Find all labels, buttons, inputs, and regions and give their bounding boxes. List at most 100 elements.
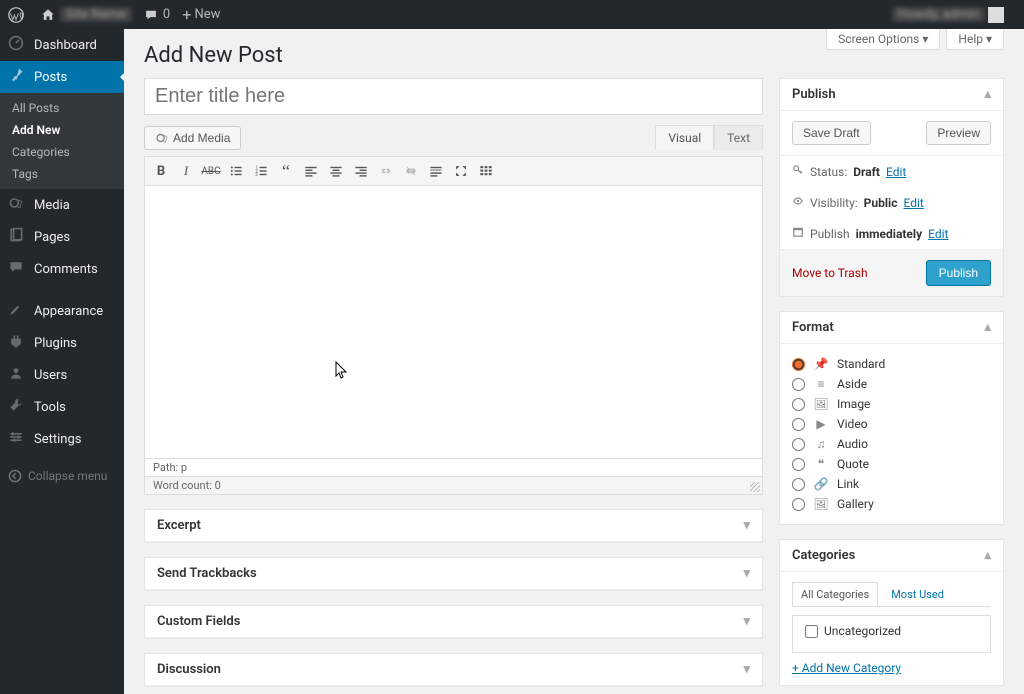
format-option-standard[interactable]: 📌 Standard <box>792 354 991 374</box>
comments-count: 0 <box>163 7 170 22</box>
appearance-icon <box>8 301 28 321</box>
svg-text:3: 3 <box>255 173 258 178</box>
format-label: Video <box>837 417 868 431</box>
visual-tab[interactable]: Visual <box>655 125 714 150</box>
menu-label: Pages <box>34 230 70 245</box>
menu-plugins[interactable]: Plugins <box>0 327 124 359</box>
format-option-video[interactable]: ▶ Video <box>792 414 991 434</box>
menu-label: Dashboard <box>34 38 97 53</box>
users-icon <box>8 365 28 385</box>
format-label: Audio <box>837 437 868 451</box>
format-icon: 🖼 <box>813 397 829 411</box>
submenu-categories[interactable]: Categories <box>0 141 124 163</box>
menu-settings[interactable]: Settings <box>0 423 124 455</box>
post-title-input[interactable] <box>144 78 763 115</box>
most-used-tab[interactable]: Most Used <box>882 582 953 606</box>
format-radio[interactable] <box>792 478 805 491</box>
menu-media[interactable]: Media <box>0 189 124 221</box>
bold-button[interactable]: B <box>151 161 171 181</box>
edit-schedule-link[interactable]: Edit <box>928 227 948 241</box>
format-radio[interactable] <box>792 438 805 451</box>
format-radio[interactable] <box>792 358 805 371</box>
excerpt-toggle[interactable]: Excerpt▾ <box>145 510 762 542</box>
format-option-gallery[interactable]: 🖼 Gallery <box>792 494 991 514</box>
unlink-button[interactable] <box>401 161 421 181</box>
format-option-aside[interactable]: ≡ Aside <box>792 374 991 394</box>
align-left-button[interactable] <box>301 161 321 181</box>
all-categories-tab[interactable]: All Categories <box>792 582 878 606</box>
categories-toggle[interactable]: Categories▴ <box>780 540 1003 572</box>
submenu-add-new[interactable]: Add New <box>0 119 124 141</box>
menu-comments[interactable]: Comments <box>0 253 124 285</box>
quote-button[interactable]: “ <box>276 161 296 181</box>
discussion-toggle[interactable]: Discussion▾ <box>145 654 762 686</box>
collapse-menu[interactable]: Collapse menu <box>0 461 124 491</box>
link-button[interactable] <box>376 161 396 181</box>
format-option-link[interactable]: 🔗 Link <box>792 474 991 494</box>
tools-icon <box>8 397 28 417</box>
chevron-down-icon: ▾ <box>743 518 750 533</box>
user-menu[interactable]: Howdy, admin <box>892 7 1004 23</box>
trackbacks-toggle[interactable]: Send Trackbacks▾ <box>145 558 762 590</box>
custom-fields-box: Custom Fields▾ <box>144 605 763 639</box>
edit-status-link[interactable]: Edit <box>886 165 906 179</box>
help-tab[interactable]: Help ▾ <box>946 29 1004 50</box>
word-count: Word count: 0 <box>144 477 763 495</box>
text-tab[interactable]: Text <box>714 125 763 150</box>
menu-appearance[interactable]: Appearance <box>0 295 124 327</box>
move-to-trash-link[interactable]: Move to Trash <box>792 266 868 280</box>
home-link[interactable]: Site Name <box>41 7 132 22</box>
submenu-tags[interactable]: Tags <box>0 163 124 185</box>
preview-button[interactable]: Preview <box>926 121 991 145</box>
add-category-link[interactable]: + Add New Category <box>792 661 901 675</box>
format-label: Standard <box>837 357 885 371</box>
align-right-button[interactable] <box>351 161 371 181</box>
more-button[interactable] <box>426 161 446 181</box>
edit-visibility-link[interactable]: Edit <box>903 196 923 210</box>
add-media-button[interactable]: Add Media <box>144 126 241 150</box>
admin-bar: Site Name 0 + New Howdy, admin <box>0 0 1024 29</box>
format-radio[interactable] <box>792 418 805 431</box>
menu-users[interactable]: Users <box>0 359 124 391</box>
submenu-all-posts[interactable]: All Posts <box>0 97 124 119</box>
menu-posts[interactable]: Posts <box>0 61 124 93</box>
new-link[interactable]: + New <box>182 7 220 23</box>
excerpt-box: Excerpt▾ <box>144 509 763 543</box>
ol-button[interactable]: 123 <box>251 161 271 181</box>
resize-grip[interactable] <box>750 482 760 492</box>
uncategorized-checkbox[interactable] <box>805 625 818 638</box>
format-option-audio[interactable]: ♫ Audio <box>792 434 991 454</box>
format-toggle[interactable]: Format▴ <box>780 312 1003 344</box>
ul-button[interactable] <box>226 161 246 181</box>
screen-options-tab[interactable]: Screen Options ▾ <box>826 29 940 50</box>
publish-toggle[interactable]: Publish▴ <box>780 79 1003 111</box>
kitchen-sink-button[interactable] <box>476 161 496 181</box>
cursor-icon <box>335 361 349 383</box>
format-option-quote[interactable]: ❝ Quote <box>792 454 991 474</box>
avatar <box>988 7 1004 23</box>
publish-button[interactable]: Publish <box>926 260 991 286</box>
format-label: Aside <box>837 377 867 391</box>
format-radio[interactable] <box>792 498 805 511</box>
format-option-image[interactable]: 🖼 Image <box>792 394 991 414</box>
strike-button[interactable]: ABC <box>201 161 221 181</box>
format-icon: 🖼 <box>813 497 829 511</box>
wp-logo[interactable] <box>8 7 29 23</box>
editor-content[interactable] <box>144 186 763 459</box>
menu-tools[interactable]: Tools <box>0 391 124 423</box>
comments-link[interactable]: 0 <box>144 7 170 22</box>
italic-button[interactable]: I <box>176 161 196 181</box>
format-label: Gallery <box>837 497 874 511</box>
align-center-button[interactable] <box>326 161 346 181</box>
editor-path: Path: p <box>144 459 763 477</box>
custom-fields-toggle[interactable]: Custom Fields▾ <box>145 606 762 638</box>
menu-pages[interactable]: Pages <box>0 221 124 253</box>
schedule-row: Publish immediately Edit <box>780 218 1003 249</box>
format-radio[interactable] <box>792 378 805 391</box>
format-radio[interactable] <box>792 398 805 411</box>
fullscreen-button[interactable] <box>451 161 471 181</box>
format-icon: ♫ <box>813 437 829 451</box>
save-draft-button[interactable]: Save Draft <box>792 121 871 145</box>
format-radio[interactable] <box>792 458 805 471</box>
menu-dashboard[interactable]: Dashboard <box>0 29 124 61</box>
